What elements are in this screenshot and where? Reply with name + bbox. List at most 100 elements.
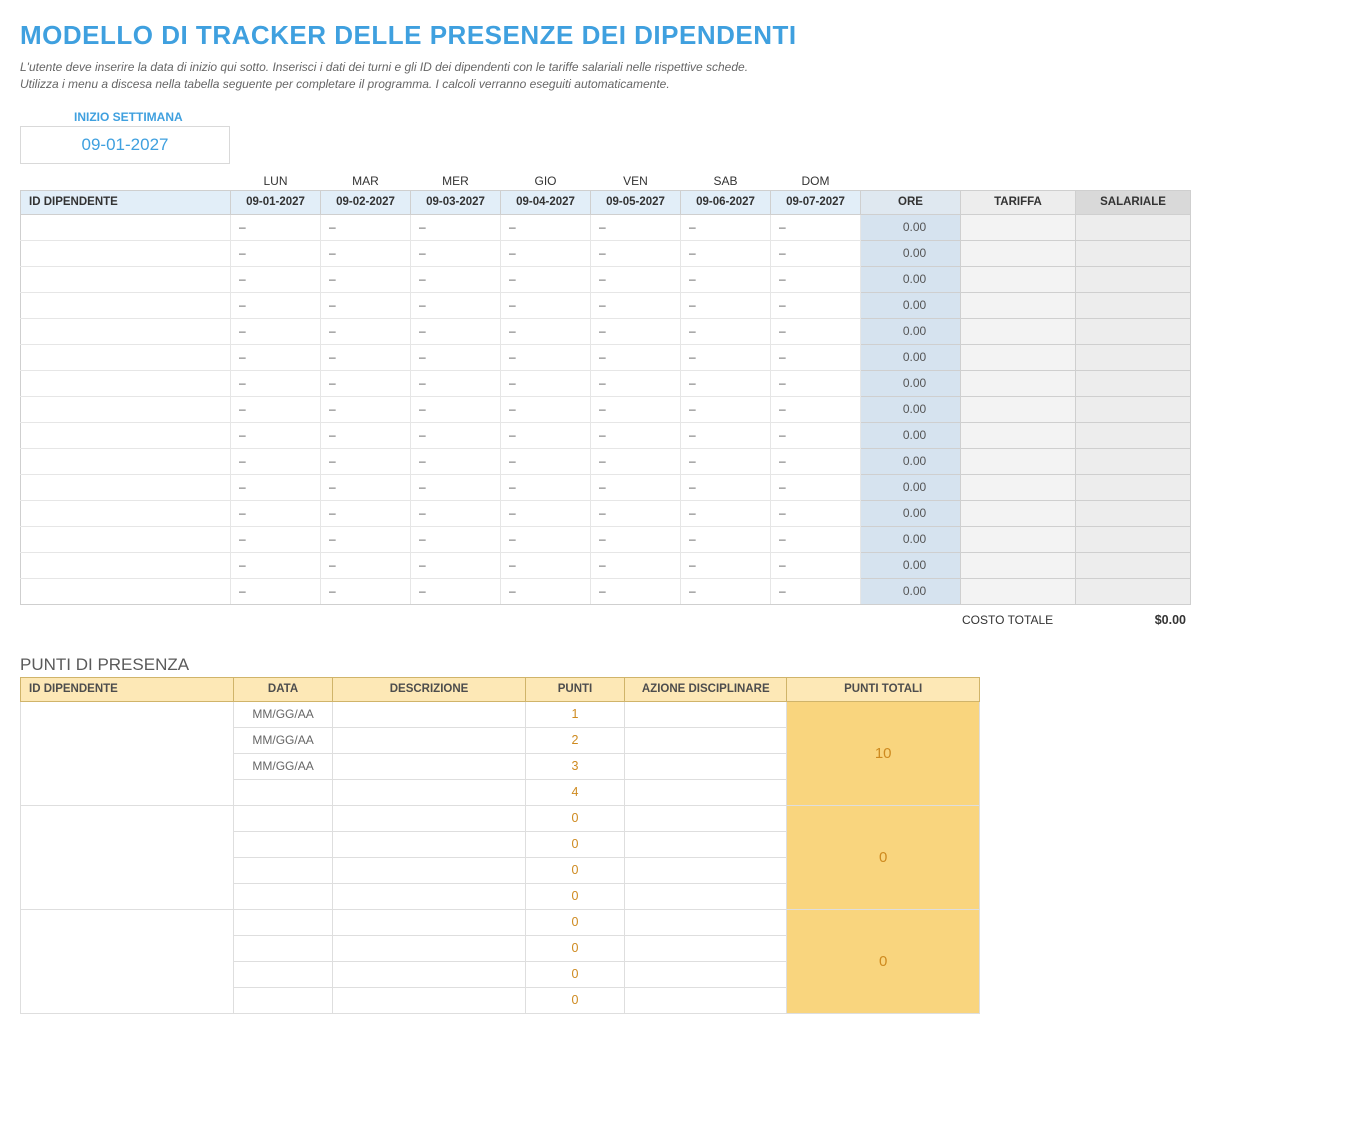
shift-cell[interactable]: – — [411, 240, 501, 266]
rate-cell[interactable] — [961, 266, 1076, 292]
shift-cell[interactable]: – — [591, 344, 681, 370]
shift-cell[interactable]: – — [231, 526, 321, 552]
shift-cell[interactable]: – — [591, 552, 681, 578]
shift-cell[interactable]: – — [321, 318, 411, 344]
rate-cell[interactable] — [961, 526, 1076, 552]
presence-action-cell[interactable] — [625, 805, 787, 831]
shift-cell[interactable]: – — [411, 396, 501, 422]
shift-cell[interactable]: – — [231, 292, 321, 318]
shift-cell[interactable]: – — [681, 422, 771, 448]
employee-id-cell[interactable] — [21, 318, 231, 344]
shift-cell[interactable]: – — [321, 240, 411, 266]
shift-cell[interactable]: – — [231, 370, 321, 396]
rate-cell[interactable] — [961, 422, 1076, 448]
presence-action-cell[interactable] — [625, 987, 787, 1013]
presence-desc-cell[interactable] — [333, 987, 526, 1013]
shift-cell[interactable]: – — [591, 422, 681, 448]
shift-cell[interactable]: – — [501, 474, 591, 500]
shift-cell[interactable]: – — [231, 578, 321, 604]
shift-cell[interactable]: – — [501, 370, 591, 396]
shift-cell[interactable]: – — [501, 448, 591, 474]
shift-cell[interactable]: – — [501, 500, 591, 526]
presence-date-cell[interactable]: MM/GG/AA — [233, 753, 332, 779]
shift-cell[interactable]: – — [231, 214, 321, 240]
shift-cell[interactable]: – — [681, 396, 771, 422]
shift-cell[interactable]: – — [231, 344, 321, 370]
presence-date-cell[interactable] — [233, 883, 332, 909]
shift-cell[interactable]: – — [231, 552, 321, 578]
presence-points-cell[interactable]: 0 — [525, 987, 624, 1013]
shift-cell[interactable]: – — [681, 344, 771, 370]
shift-cell[interactable]: – — [411, 422, 501, 448]
presence-points-cell[interactable]: 0 — [525, 935, 624, 961]
rate-cell[interactable] — [961, 214, 1076, 240]
employee-id-cell[interactable] — [21, 344, 231, 370]
shift-cell[interactable]: – — [591, 500, 681, 526]
employee-id-cell[interactable] — [21, 214, 231, 240]
shift-cell[interactable]: – — [771, 422, 861, 448]
shift-cell[interactable]: – — [231, 422, 321, 448]
employee-id-cell[interactable] — [21, 422, 231, 448]
rate-cell[interactable] — [961, 292, 1076, 318]
shift-cell[interactable]: – — [681, 578, 771, 604]
shift-cell[interactable]: – — [231, 396, 321, 422]
presence-points-cell[interactable]: 0 — [525, 961, 624, 987]
presence-action-cell[interactable] — [625, 857, 787, 883]
employee-id-cell[interactable] — [21, 292, 231, 318]
shift-cell[interactable]: – — [321, 266, 411, 292]
shift-cell[interactable]: – — [231, 318, 321, 344]
shift-cell[interactable]: – — [591, 292, 681, 318]
shift-cell[interactable]: – — [501, 292, 591, 318]
shift-cell[interactable]: – — [321, 344, 411, 370]
shift-cell[interactable]: – — [501, 422, 591, 448]
shift-cell[interactable]: – — [591, 474, 681, 500]
employee-id-cell[interactable] — [21, 240, 231, 266]
shift-cell[interactable]: – — [771, 240, 861, 266]
shift-cell[interactable]: – — [411, 500, 501, 526]
presence-action-cell[interactable] — [625, 935, 787, 961]
shift-cell[interactable]: – — [771, 448, 861, 474]
employee-id-cell[interactable] — [21, 474, 231, 500]
employee-id-cell[interactable] — [21, 578, 231, 604]
presence-action-cell[interactable] — [625, 831, 787, 857]
shift-cell[interactable]: – — [591, 448, 681, 474]
employee-id-cell[interactable] — [21, 552, 231, 578]
presence-desc-cell[interactable] — [333, 805, 526, 831]
shift-cell[interactable]: – — [771, 578, 861, 604]
shift-cell[interactable]: – — [501, 552, 591, 578]
shift-cell[interactable]: – — [501, 344, 591, 370]
shift-cell[interactable]: – — [321, 292, 411, 318]
shift-cell[interactable]: – — [321, 448, 411, 474]
presence-date-cell[interactable] — [233, 779, 332, 805]
shift-cell[interactable]: – — [591, 214, 681, 240]
presence-points-cell[interactable]: 2 — [525, 727, 624, 753]
shift-cell[interactable]: – — [681, 214, 771, 240]
shift-cell[interactable]: – — [321, 474, 411, 500]
shift-cell[interactable]: – — [681, 552, 771, 578]
shift-cell[interactable]: – — [501, 526, 591, 552]
shift-cell[interactable]: – — [231, 240, 321, 266]
shift-cell[interactable]: – — [231, 500, 321, 526]
presence-desc-cell[interactable] — [333, 727, 526, 753]
shift-cell[interactable]: – — [771, 344, 861, 370]
shift-cell[interactable]: – — [591, 526, 681, 552]
shift-cell[interactable]: – — [681, 292, 771, 318]
shift-cell[interactable]: – — [411, 266, 501, 292]
shift-cell[interactable]: – — [681, 448, 771, 474]
presence-points-cell[interactable]: 0 — [525, 831, 624, 857]
shift-cell[interactable]: – — [411, 578, 501, 604]
shift-cell[interactable]: – — [591, 240, 681, 266]
presence-desc-cell[interactable] — [333, 935, 526, 961]
shift-cell[interactable]: – — [321, 214, 411, 240]
presence-points-cell[interactable]: 0 — [525, 909, 624, 935]
shift-cell[interactable]: – — [501, 578, 591, 604]
shift-cell[interactable]: – — [411, 526, 501, 552]
shift-cell[interactable]: – — [231, 474, 321, 500]
presence-desc-cell[interactable] — [333, 779, 526, 805]
presence-id-cell[interactable] — [21, 909, 234, 1013]
presence-desc-cell[interactable] — [333, 857, 526, 883]
shift-cell[interactable]: – — [321, 526, 411, 552]
shift-cell[interactable]: – — [411, 448, 501, 474]
shift-cell[interactable]: – — [771, 474, 861, 500]
shift-cell[interactable]: – — [411, 292, 501, 318]
